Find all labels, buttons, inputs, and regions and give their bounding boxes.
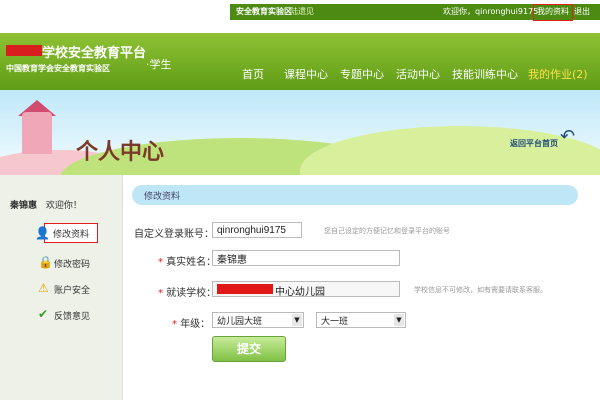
my-profile-link[interactable]: 我的资料 (533, 4, 573, 21)
welcome-text: 欢迎你，qinronghui9175 (443, 7, 539, 16)
name-label: * 真实姓名： (158, 253, 216, 268)
banner-hill (300, 126, 600, 175)
user-name: 秦锦惠 (10, 201, 38, 211)
banner-title: 个人中心 (76, 139, 165, 165)
school-label-text: 就读学校： (166, 288, 217, 299)
grade-label: * 年级： (172, 315, 210, 330)
feedback-icon: ✔ (38, 307, 49, 321)
name-row: * 真实姓名： (124, 250, 600, 270)
school-row: * 就读学校： 中心幼儿园 学校信息不可修改，如有需要请联系客服。 (124, 281, 600, 301)
user-greeting: 秦锦惠 欢迎你！ (10, 198, 82, 211)
chevron-down-icon: ▼ (394, 314, 404, 326)
nav-home[interactable]: 首页 (242, 66, 264, 82)
sidebar-item-edit-profile[interactable]: 👤 修改资料 (35, 223, 98, 243)
nav-my-homework[interactable]: 我的作业(2) (528, 66, 588, 82)
back-arrow-icon[interactable]: ↶ (560, 126, 575, 147)
brand-title: 学校安全教育平台 (42, 46, 147, 61)
account-input[interactable] (212, 222, 302, 238)
grade-row: * 年级： 幼儿园大班 ▼ 大一班 ▼ (124, 312, 600, 332)
school-field: 中心幼儿园 (212, 281, 400, 298)
top-strip: 安全教育实验区 陆遗见 欢迎你，qinronghui9175 我的资料 退出 (230, 4, 600, 21)
sidebar-item-account-security[interactable]: ⚠ 账户安全 (0, 277, 122, 301)
required-mark: * (158, 288, 167, 299)
account-hint: 您自己设定的方便记忆和登录平台的账号 (324, 227, 450, 235)
name-label-text: 真实姓名： (166, 257, 217, 268)
sidebar-item-label: 账户安全 (54, 286, 91, 296)
sidebar-item-label: 修改资料 (53, 230, 90, 240)
submit-button[interactable]: 提交 (212, 336, 286, 362)
grade-select-value: 幼儿园大班 (217, 317, 263, 327)
real-name-input[interactable] (212, 250, 400, 266)
nav-activity-center[interactable]: 活动中心 (396, 66, 440, 82)
warning-icon: ⚠ (38, 281, 49, 295)
class-select-value: 大一班 (321, 317, 349, 327)
lab-link[interactable]: 陆遗见 (290, 6, 314, 17)
required-mark: * (172, 319, 181, 330)
grade-label-text: 年级： (180, 319, 211, 330)
castle-art (22, 112, 52, 154)
greeting-text: 欢迎你！ (45, 201, 82, 211)
required-mark: * (158, 257, 167, 268)
sidebar-item-label: 修改密码 (54, 260, 91, 270)
school-label: * 就读学校： (158, 284, 216, 299)
header: 安全教育实验区 陆遗见 欢迎你，qinronghui9175 我的资料 退出 学… (0, 4, 600, 90)
main-content: 修改资料 自定义登录账号： 您自己设定的方便记忆和登录平台的账号 * 真实姓名：… (124, 175, 600, 400)
user-icon: 👤 (35, 226, 50, 240)
school-value: 中心幼儿园 (275, 287, 325, 298)
nav-course-center[interactable]: 课程中心 (284, 66, 328, 82)
banner: 个人中心 返回平台首页 ↶ (0, 90, 600, 175)
brand-subtitle: 中国教育学会安全教育实验区 (6, 64, 110, 73)
redacted-block (217, 284, 273, 294)
chevron-down-icon: ▼ (292, 314, 302, 326)
lock-icon: 🔒 (38, 255, 53, 269)
back-to-home-link[interactable]: 返回平台首页 (510, 138, 558, 149)
brand-role: ·学生 (146, 58, 172, 71)
sidebar-item-change-password[interactable]: 🔒 修改密码 (0, 251, 122, 275)
nav-topic-center[interactable]: 专题中心 (340, 66, 384, 82)
sidebar: 秦锦惠 欢迎你！ 👤 修改资料 🔒 修改密码 ⚠ 账户安全 ✔ 反馈意见 (0, 175, 123, 400)
section-header: 修改资料 (132, 185, 578, 205)
school-hint: 学校信息不可修改，如有需要请联系客服。 (414, 286, 547, 294)
class-select[interactable]: 大一班 ▼ (316, 312, 406, 328)
nav-skill-center[interactable]: 技能训练中心 (452, 66, 518, 82)
sidebar-item-feedback[interactable]: ✔ 反馈意见 (0, 303, 122, 327)
grade-select[interactable]: 幼儿园大班 ▼ (212, 312, 304, 328)
lab-label: 安全教育实验区 (236, 7, 292, 16)
account-label: 自定义登录账号： (134, 229, 214, 240)
section-title: 修改资料 (144, 192, 181, 202)
sidebar-item-label: 反馈意见 (54, 312, 91, 322)
account-row: 自定义登录账号： 您自己设定的方便记忆和登录平台的账号 (124, 222, 600, 242)
logout-link[interactable]: 退出 (574, 6, 590, 17)
redacted-block (6, 45, 42, 56)
